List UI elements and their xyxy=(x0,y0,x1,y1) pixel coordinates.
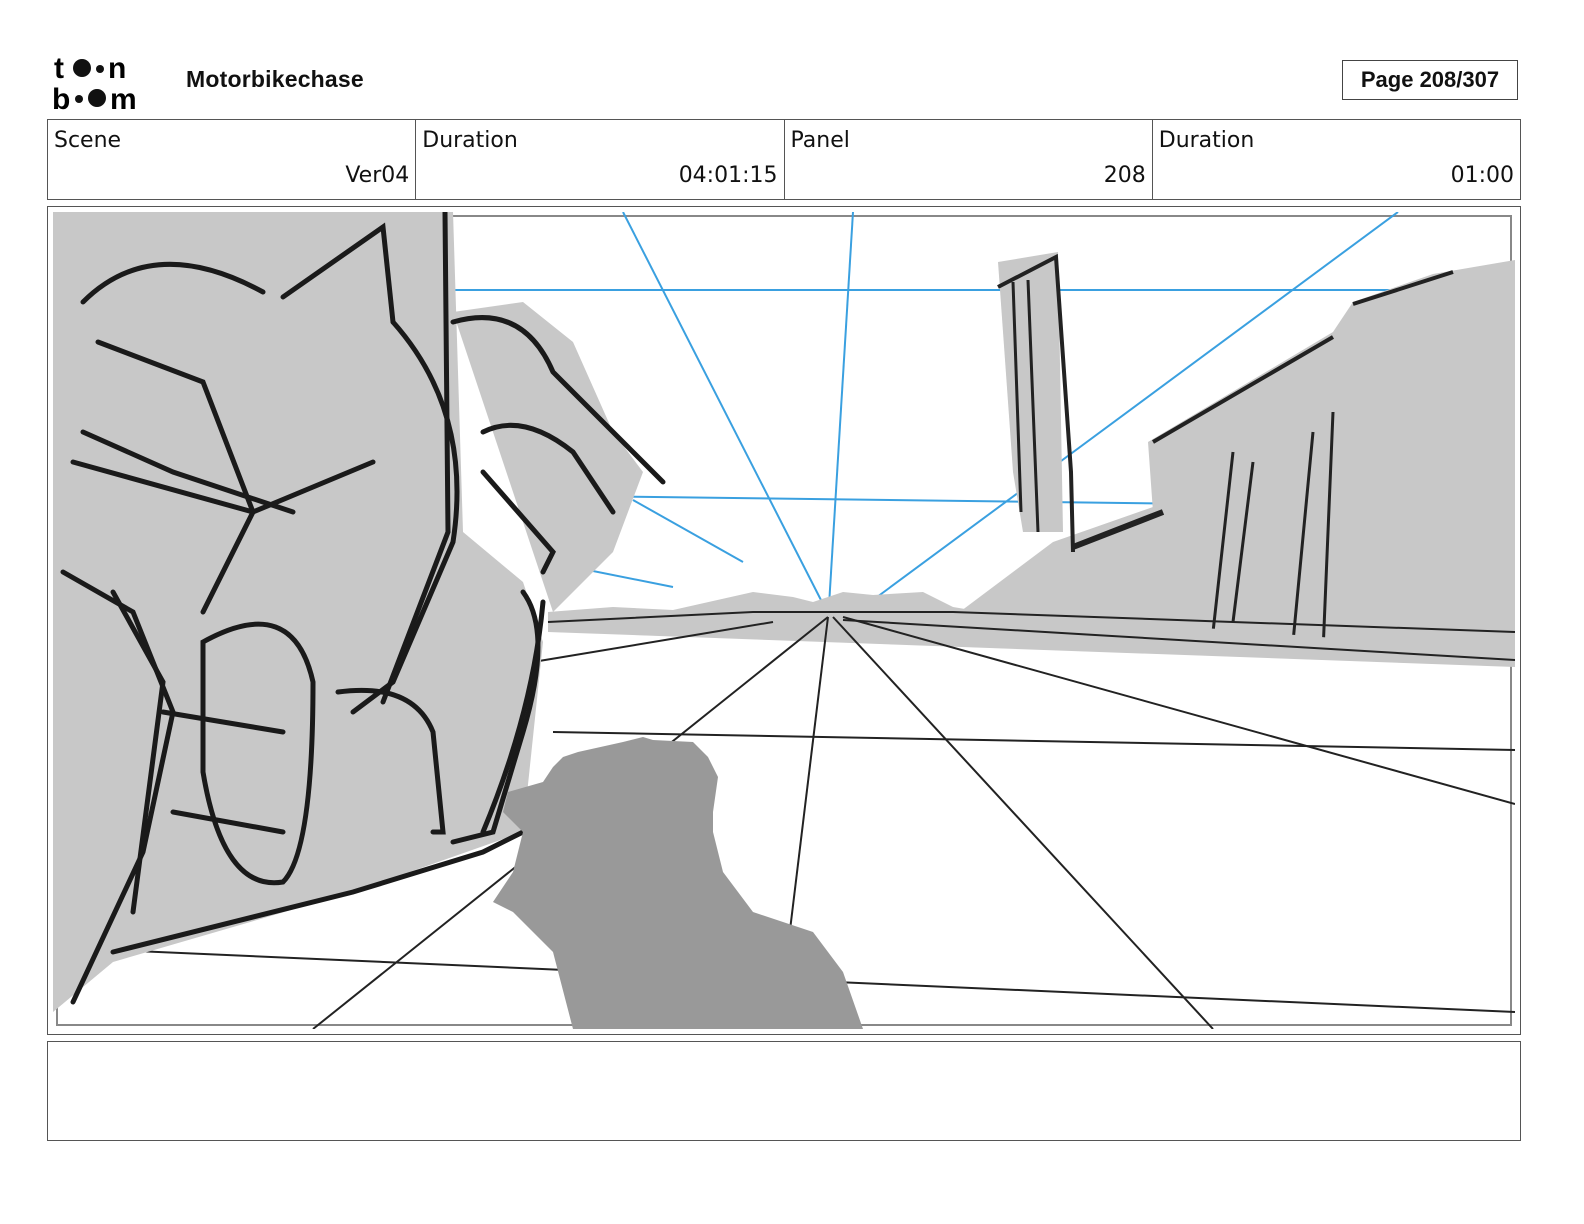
svg-text:t: t xyxy=(54,52,64,85)
panel-label: Panel xyxy=(790,128,850,153)
panel-cell: Panel 208 xyxy=(785,120,1153,199)
project-title: Motorbikechase xyxy=(186,66,364,92)
scene-value: Ver04 xyxy=(345,163,410,188)
page-indicator: Page 208/307 xyxy=(1342,60,1518,100)
scene-cell: Scene Ver04 xyxy=(48,120,417,199)
panel-notes-box xyxy=(47,1041,1521,1141)
panel-duration-cell: Duration 01:00 xyxy=(1153,120,1520,199)
storyboard-sketch-image xyxy=(53,212,1515,1029)
scene-duration-label: Duration xyxy=(422,128,518,153)
svg-text:m: m xyxy=(110,83,137,112)
scene-label: Scene xyxy=(54,128,122,153)
scene-duration-value: 04:01:15 xyxy=(678,163,778,188)
panel-info-table: Scene Ver04 Duration 04:01:15 Panel 208 … xyxy=(47,119,1521,200)
toon-boom-logo: t n b m xyxy=(52,52,137,112)
svg-text:n: n xyxy=(108,52,126,85)
panel-duration-label: Duration xyxy=(1158,128,1255,153)
panel-duration-value: 01:00 xyxy=(1450,163,1514,188)
panel-value: 208 xyxy=(1103,163,1146,188)
svg-text:b: b xyxy=(52,83,70,112)
scene-duration-cell: Duration 04:01:15 xyxy=(416,120,785,199)
